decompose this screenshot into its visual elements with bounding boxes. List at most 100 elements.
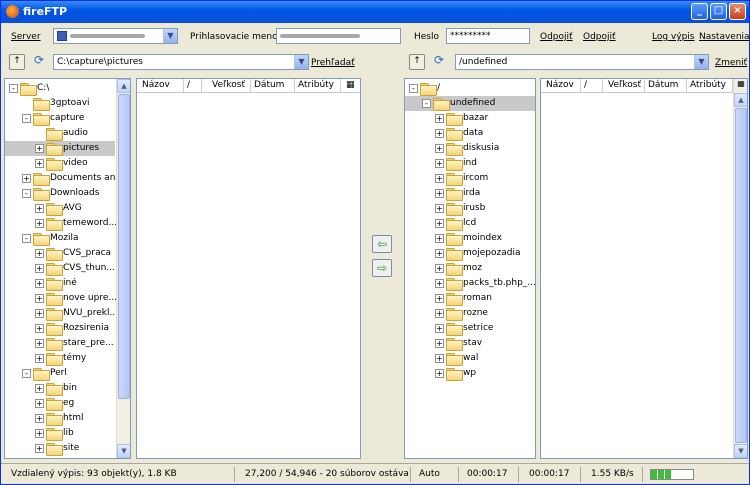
tree-item[interactable]: + mojepozadia bbox=[405, 246, 535, 261]
scroll-thumb[interactable] bbox=[118, 94, 130, 399]
tree-item[interactable]: - / bbox=[405, 81, 535, 96]
download-arrow-right-icon[interactable]: ⇨ bbox=[372, 259, 392, 277]
tree-item[interactable]: + rozne bbox=[405, 306, 535, 321]
expand-icon[interactable]: + bbox=[35, 309, 44, 318]
col-name[interactable]: Názov bbox=[543, 79, 581, 92]
collapse-icon[interactable]: - bbox=[22, 189, 31, 198]
local-path-input[interactable]: C:\capture\pictures ▼ bbox=[53, 54, 309, 70]
close-button[interactable]: × bbox=[729, 3, 746, 20]
tree-item[interactable]: - Mozila bbox=[5, 231, 115, 246]
scroll-up-icon[interactable]: ▲ bbox=[117, 79, 130, 93]
scroll-thumb[interactable] bbox=[735, 108, 747, 443]
expand-icon[interactable]: + bbox=[35, 264, 44, 273]
expand-icon[interactable]: + bbox=[435, 354, 444, 363]
log-button[interactable]: Log výpis bbox=[652, 32, 695, 42]
tree-item[interactable]: + nove upre... bbox=[5, 291, 117, 306]
expand-icon[interactable]: + bbox=[435, 204, 444, 213]
password-input[interactable]: ********* bbox=[446, 28, 530, 44]
local-tree-scrollbar[interactable]: ▲ ▼ bbox=[116, 79, 130, 458]
tree-item[interactable]: + bazar bbox=[405, 111, 535, 126]
tree-item[interactable]: + packs_tb.php_... bbox=[405, 276, 535, 291]
tree-item[interactable]: + irusb bbox=[405, 201, 535, 216]
tree-item[interactable]: + diskusia bbox=[405, 141, 535, 156]
tree-item[interactable]: - capture bbox=[5, 111, 115, 126]
expand-icon[interactable]: + bbox=[435, 339, 444, 348]
collapse-icon[interactable]: - bbox=[22, 114, 31, 123]
tree-item[interactable]: + irda bbox=[405, 186, 535, 201]
tree-item[interactable]: + ircom bbox=[405, 171, 535, 186]
tree-item[interactable]: + pictures bbox=[5, 141, 115, 156]
expand-icon[interactable]: + bbox=[35, 339, 44, 348]
col-sort[interactable]: / bbox=[184, 79, 202, 92]
tree-item[interactable]: + data bbox=[405, 126, 535, 141]
scroll-down-icon[interactable]: ▼ bbox=[734, 444, 747, 458]
maximize-button[interactable]: □ bbox=[710, 3, 727, 20]
expand-icon[interactable]: + bbox=[435, 249, 444, 258]
tree-item[interactable]: + stare_pre... bbox=[5, 336, 115, 351]
tree-item[interactable]: + NVU_prekl... bbox=[5, 306, 118, 321]
tree-item[interactable]: + html bbox=[5, 411, 115, 426]
expand-icon[interactable]: + bbox=[35, 324, 44, 333]
expand-icon[interactable]: + bbox=[22, 174, 31, 183]
tree-item[interactable]: audio bbox=[5, 126, 115, 141]
expand-icon[interactable]: + bbox=[35, 354, 44, 363]
upload-arrow-left-icon[interactable]: ⇦ bbox=[372, 235, 392, 253]
expand-icon[interactable]: + bbox=[35, 429, 44, 438]
chevron-down-icon[interactable]: ▼ bbox=[294, 55, 308, 69]
tree-item[interactable]: +Program Files bbox=[5, 456, 115, 458]
expand-icon[interactable]: + bbox=[435, 189, 444, 198]
tree-item[interactable]: + moz bbox=[405, 261, 535, 276]
expand-icon[interactable]: + bbox=[435, 234, 444, 243]
tree-item[interactable]: + video bbox=[5, 156, 115, 171]
tree-item[interactable]: + Documents an... bbox=[5, 171, 124, 186]
expand-icon[interactable]: + bbox=[435, 324, 444, 333]
tree-item[interactable]: + stav bbox=[405, 336, 535, 351]
expand-icon[interactable]: + bbox=[435, 114, 444, 123]
remote-list-scrollbar[interactable]: ▦ ▲ ▼ bbox=[733, 79, 747, 458]
col-date[interactable]: Dátum bbox=[645, 79, 687, 92]
collapse-icon[interactable]: - bbox=[422, 99, 431, 108]
tree-item[interactable]: + lib bbox=[5, 426, 115, 441]
collapse-icon[interactable]: - bbox=[22, 369, 31, 378]
expand-icon[interactable]: + bbox=[435, 174, 444, 183]
browse-button[interactable]: Prehľadať bbox=[311, 58, 355, 68]
remote-up-folder-icon[interactable]: ↑ bbox=[409, 54, 425, 70]
local-folder-tree[interactable]: - C:\ 3gptoavi - capture audio + pictures + video… bbox=[4, 78, 131, 459]
expand-icon[interactable]: + bbox=[35, 399, 44, 408]
expand-icon[interactable]: + bbox=[35, 159, 44, 168]
tree-item[interactable]: + wp bbox=[405, 366, 535, 381]
expand-icon[interactable]: + bbox=[435, 264, 444, 273]
tree-item[interactable]: + lcd bbox=[405, 216, 535, 231]
tree-item[interactable]: + Rozsirenia bbox=[5, 321, 115, 336]
column-picker-icon[interactable]: ▦ bbox=[343, 79, 359, 92]
col-name[interactable]: Názov bbox=[139, 79, 184, 92]
tree-item[interactable]: 3gptoavi bbox=[5, 96, 115, 111]
tree-item[interactable]: + témy bbox=[5, 351, 115, 366]
expand-icon[interactable]: + bbox=[35, 294, 44, 303]
tree-item[interactable]: + temeword... bbox=[5, 216, 117, 231]
collapse-icon[interactable]: - bbox=[409, 84, 418, 93]
connect-button[interactable]: Odpojiť bbox=[540, 32, 573, 42]
expand-icon[interactable]: + bbox=[435, 159, 444, 168]
collapse-icon[interactable]: - bbox=[9, 84, 18, 93]
chevron-down-icon[interactable]: ▼ bbox=[694, 55, 708, 69]
tree-item[interactable]: + site bbox=[5, 441, 115, 456]
tree-item[interactable]: - undefined bbox=[405, 96, 535, 111]
expand-icon[interactable]: + bbox=[435, 294, 444, 303]
disconnect-button[interactable]: Odpojiť bbox=[583, 32, 616, 42]
expand-icon[interactable]: + bbox=[35, 414, 44, 423]
expand-icon[interactable]: + bbox=[435, 369, 444, 378]
tree-item[interactable]: + bin bbox=[5, 381, 115, 396]
tree-item[interactable]: + wal bbox=[405, 351, 535, 366]
expand-icon[interactable]: + bbox=[35, 249, 44, 258]
remote-refresh-icon[interactable]: ⟳ bbox=[431, 54, 447, 70]
col-attributes[interactable]: Atribúty bbox=[295, 79, 341, 92]
expand-icon[interactable]: + bbox=[35, 144, 44, 153]
login-input[interactable] bbox=[276, 28, 401, 44]
col-sort[interactable]: / bbox=[581, 79, 603, 92]
tree-item[interactable]: + setrice bbox=[405, 321, 535, 336]
remote-folder-tree[interactable]: - / - undefined + bazar + data + diskusia + ind + irc… bbox=[404, 78, 536, 459]
scroll-up-icon[interactable]: ▲ bbox=[734, 93, 747, 107]
expand-icon[interactable]: + bbox=[435, 309, 444, 318]
expand-icon[interactable]: + bbox=[35, 204, 44, 213]
